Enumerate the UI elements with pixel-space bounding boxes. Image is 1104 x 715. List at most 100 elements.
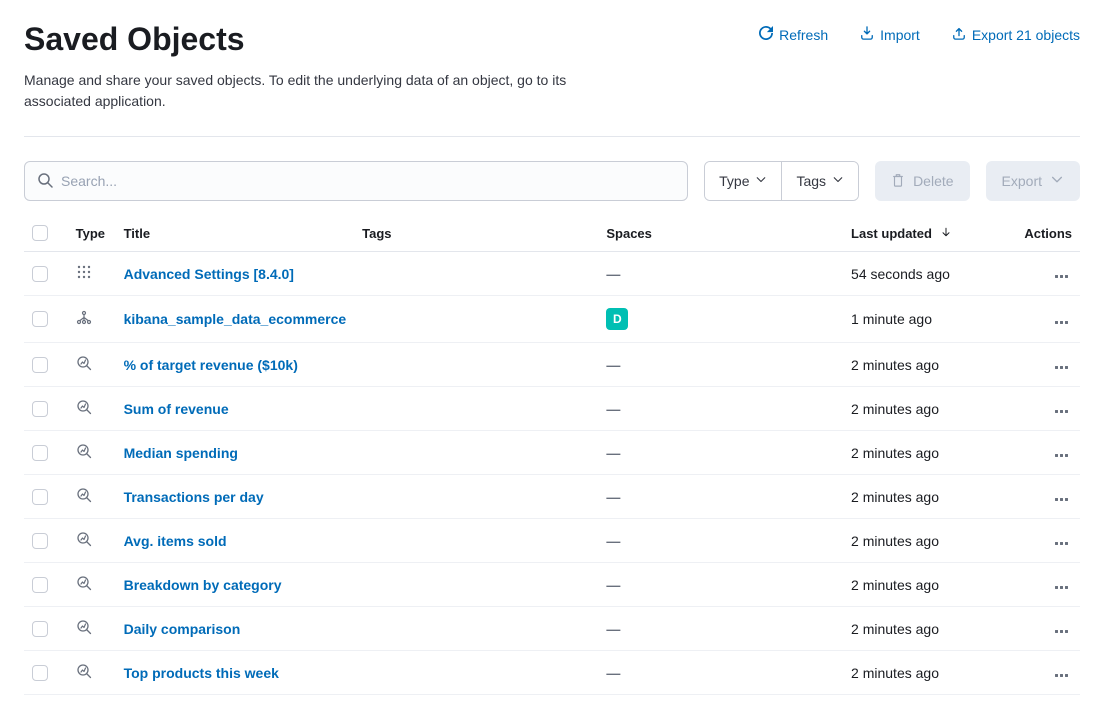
spaces-empty: — — [606, 665, 620, 681]
object-title-link[interactable]: kibana_sample_data_ecommerce — [124, 311, 347, 327]
space-badge[interactable]: D — [606, 308, 628, 330]
table-row: Sum of revenue — 2 minutes ago — [24, 387, 1080, 431]
export-objects-label: Export 21 objects — [972, 27, 1080, 43]
lens-icon — [76, 399, 92, 415]
last-updated-value: 2 minutes ago — [851, 533, 939, 549]
row-actions-button[interactable] — [1051, 406, 1072, 417]
row-actions-button[interactable] — [1051, 317, 1072, 328]
export-label: Export — [1002, 173, 1042, 189]
object-title-link[interactable]: Transactions per day — [124, 489, 264, 505]
object-title-link[interactable]: % of target revenue ($10k) — [124, 357, 298, 373]
table-row: % of target revenue ($10k) — 2 minutes a… — [24, 343, 1080, 387]
row-actions-button[interactable] — [1051, 538, 1072, 549]
export-icon — [952, 26, 966, 43]
sort-descending-icon — [940, 226, 952, 241]
lens-icon — [76, 355, 92, 371]
table-row: Top products this week — 2 minutes ago — [24, 651, 1080, 695]
row-actions-button[interactable] — [1051, 670, 1072, 681]
row-checkbox[interactable] — [32, 533, 48, 549]
refresh-label: Refresh — [779, 27, 828, 43]
spaces-empty: — — [606, 357, 620, 373]
spaces-empty: — — [606, 489, 620, 505]
table-row: Avg. items sold — 2 minutes ago — [24, 519, 1080, 563]
chevron-down-icon — [832, 173, 844, 189]
refresh-icon — [759, 26, 773, 43]
export-button[interactable]: Export — [986, 161, 1080, 201]
object-title-link[interactable]: Median spending — [124, 445, 238, 461]
row-checkbox[interactable] — [32, 445, 48, 461]
lens-icon — [76, 575, 92, 591]
last-updated-value: 54 seconds ago — [851, 266, 950, 282]
last-updated-value: 2 minutes ago — [851, 577, 939, 593]
spaces-empty: — — [606, 533, 620, 549]
row-actions-button[interactable] — [1051, 450, 1072, 461]
header-actions: Refresh Import Export 21 objects — [759, 20, 1080, 43]
row-actions-button[interactable] — [1051, 494, 1072, 505]
table-row: Breakdown by category — 2 minutes ago — [24, 563, 1080, 607]
delete-button[interactable]: Delete — [875, 161, 969, 201]
spaces-empty: — — [606, 401, 620, 417]
row-actions-button[interactable] — [1051, 362, 1072, 373]
import-button[interactable]: Import — [860, 26, 920, 43]
row-checkbox[interactable] — [32, 665, 48, 681]
column-last-updated[interactable]: Last updated — [843, 217, 1010, 252]
index-icon — [76, 310, 92, 326]
lens-icon — [76, 487, 92, 503]
object-title-link[interactable]: Avg. items sold — [124, 533, 227, 549]
last-updated-value: 1 minute ago — [851, 311, 932, 327]
saved-objects-table: Type Title Tags Spaces Last updated Acti… — [24, 217, 1080, 695]
row-actions-button[interactable] — [1051, 582, 1072, 593]
select-all-checkbox[interactable] — [32, 225, 48, 241]
row-checkbox[interactable] — [32, 311, 48, 327]
table-row: Median spending — 2 minutes ago — [24, 431, 1080, 475]
table-row: kibana_sample_data_ecommerce D 1 minute … — [24, 296, 1080, 343]
column-spaces[interactable]: Spaces — [598, 217, 843, 252]
row-checkbox[interactable] — [32, 401, 48, 417]
tags-filter[interactable]: Tags — [781, 162, 858, 200]
object-title-link[interactable]: Top products this week — [124, 665, 279, 681]
column-actions: Actions — [1010, 217, 1080, 252]
chevron-down-icon — [755, 173, 767, 189]
row-checkbox[interactable] — [32, 577, 48, 593]
last-updated-value: 2 minutes ago — [851, 665, 939, 681]
table-row: Transactions per day — 2 minutes ago — [24, 475, 1080, 519]
column-title[interactable]: Title — [116, 217, 355, 252]
import-icon — [860, 26, 874, 43]
lens-icon — [76, 443, 92, 459]
object-title-link[interactable]: Daily comparison — [124, 621, 241, 637]
row-checkbox[interactable] — [32, 621, 48, 637]
search-icon — [37, 172, 53, 191]
column-tags[interactable]: Tags — [354, 217, 598, 252]
row-actions-button[interactable] — [1051, 271, 1072, 282]
spaces-empty: — — [606, 266, 620, 282]
row-actions-button[interactable] — [1051, 626, 1072, 637]
chevron-down-icon — [1050, 173, 1064, 190]
table-row: Advanced Settings [8.4.0] — 54 seconds a… — [24, 252, 1080, 296]
import-label: Import — [880, 27, 920, 43]
search-input[interactable] — [53, 173, 675, 189]
object-title-link[interactable]: Advanced Settings [8.4.0] — [124, 266, 294, 282]
refresh-button[interactable]: Refresh — [759, 26, 828, 43]
row-checkbox[interactable] — [32, 266, 48, 282]
page-title: Saved Objects — [24, 20, 245, 58]
divider — [24, 136, 1080, 137]
last-updated-value: 2 minutes ago — [851, 621, 939, 637]
last-updated-value: 2 minutes ago — [851, 357, 939, 373]
object-title-link[interactable]: Breakdown by category — [124, 577, 282, 593]
row-checkbox[interactable] — [32, 357, 48, 373]
spaces-empty: — — [606, 445, 620, 461]
spaces-empty: — — [606, 577, 620, 593]
lens-icon — [76, 619, 92, 635]
column-last-updated-label: Last updated — [851, 226, 932, 241]
table-row: Daily comparison — 2 minutes ago — [24, 607, 1080, 651]
export-objects-button[interactable]: Export 21 objects — [952, 26, 1080, 43]
lens-icon — [76, 531, 92, 547]
column-type[interactable]: Type — [68, 217, 116, 252]
object-title-link[interactable]: Sum of revenue — [124, 401, 229, 417]
sliders-icon — [76, 264, 92, 280]
last-updated-value: 2 minutes ago — [851, 445, 939, 461]
page-description: Manage and share your saved objects. To … — [24, 70, 584, 112]
type-filter[interactable]: Type — [705, 162, 781, 200]
row-checkbox[interactable] — [32, 489, 48, 505]
search-field-wrap[interactable] — [24, 161, 688, 201]
